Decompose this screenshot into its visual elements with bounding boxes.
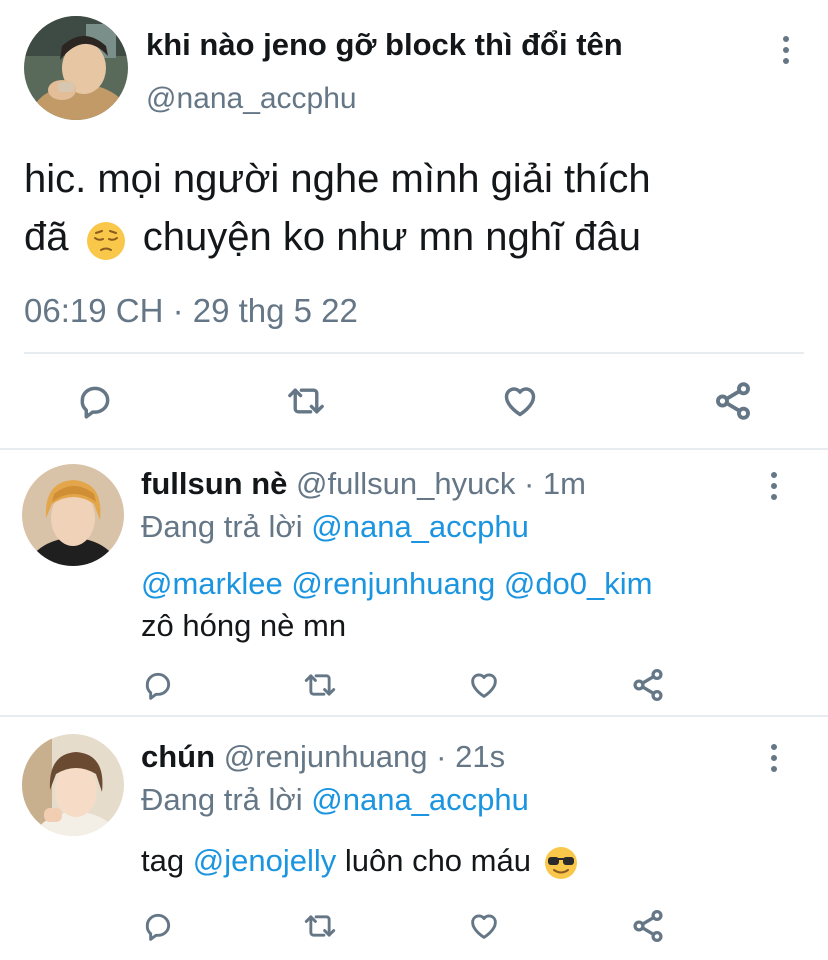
- mention-link[interactable]: @marklee: [141, 566, 283, 601]
- share-icon[interactable]: [630, 908, 666, 949]
- replying-to-mention[interactable]: @nana_accphu: [311, 782, 529, 817]
- divider: [0, 448, 828, 450]
- reply-icon[interactable]: [142, 669, 174, 706]
- reply-text: tag @jenojelly luôn cho máu: [141, 840, 578, 882]
- share-icon[interactable]: [712, 380, 754, 427]
- replying-to-mention[interactable]: @nana_accphu: [311, 509, 529, 544]
- main-tweet-display-name[interactable]: khi nào jeno gỡ block thì đổi tên: [146, 27, 623, 63]
- reply-header: fullsun nè @fullsun_hyuck · 1m: [141, 466, 586, 502]
- reply-avatar[interactable]: [22, 734, 124, 836]
- reply-avatar[interactable]: [22, 464, 124, 566]
- like-icon[interactable]: [467, 910, 501, 947]
- reply-text: @marklee @renjunhuang @do0_kim zô hóng n…: [141, 563, 653, 647]
- reply-display-name[interactable]: chún: [141, 739, 215, 774]
- sunglasses-face-emoji: [544, 846, 578, 880]
- divider: [24, 352, 804, 354]
- reply-body-a: tag: [141, 843, 185, 878]
- main-tweet-text-line2: đã chuyện ko như mn nghĩ đâu: [24, 208, 651, 266]
- main-tweet-text-line1: hic. mọi người nghe mình giải thích: [24, 157, 651, 201]
- reply-icon[interactable]: [76, 382, 114, 425]
- main-tweet-text-line2-a: đã: [24, 215, 69, 259]
- reply-header: chún @renjunhuang · 21s: [141, 739, 505, 775]
- pensive-face-emoji: [86, 219, 126, 261]
- reply-body-b: luôn cho máu: [344, 843, 531, 878]
- reply-handle[interactable]: @renjunhuang: [224, 739, 428, 774]
- more-icon[interactable]: [762, 744, 786, 772]
- mention-link[interactable]: @do0_kim: [504, 566, 653, 601]
- main-tweet-handle[interactable]: @nana_accphu: [146, 82, 357, 116]
- retweet-icon[interactable]: [303, 669, 337, 706]
- main-tweet-text-line2-b: chuyện ko như mn nghĩ đâu: [142, 215, 641, 259]
- divider: [0, 715, 828, 717]
- share-icon[interactable]: [630, 667, 666, 708]
- main-tweet-text: hic. mọi người nghe mình giải thích đã c…: [24, 150, 651, 266]
- reply-display-name[interactable]: fullsun nè: [141, 466, 287, 501]
- replying-to: Đang trả lời @nana_accphu: [141, 782, 529, 818]
- retweet-icon[interactable]: [303, 910, 337, 947]
- main-tweet-timestamp[interactable]: 06:19 CH · 29 thg 5 22: [24, 292, 358, 330]
- mention-link[interactable]: @renjunhuang: [291, 566, 495, 601]
- like-icon[interactable]: [500, 382, 540, 425]
- more-icon[interactable]: [774, 36, 798, 64]
- replying-to-label: Đang trả lời: [141, 782, 303, 817]
- mention-link[interactable]: @jenojelly: [193, 843, 336, 878]
- replying-to-label: Đang trả lời: [141, 509, 303, 544]
- main-tweet-avatar[interactable]: [24, 16, 128, 120]
- reply-time[interactable]: · 21s: [436, 739, 505, 774]
- retweet-icon[interactable]: [286, 382, 326, 425]
- like-icon[interactable]: [467, 669, 501, 706]
- reply-handle[interactable]: @fullsun_hyuck: [296, 466, 515, 501]
- reply-body: zô hóng nè mn: [141, 608, 347, 643]
- more-icon[interactable]: [762, 472, 786, 500]
- reply-mentions: @marklee @renjunhuang @do0_kim: [141, 563, 653, 605]
- replying-to: Đang trả lời @nana_accphu: [141, 509, 529, 545]
- reply-icon[interactable]: [142, 910, 174, 947]
- reply-time[interactable]: · 1m: [524, 466, 586, 501]
